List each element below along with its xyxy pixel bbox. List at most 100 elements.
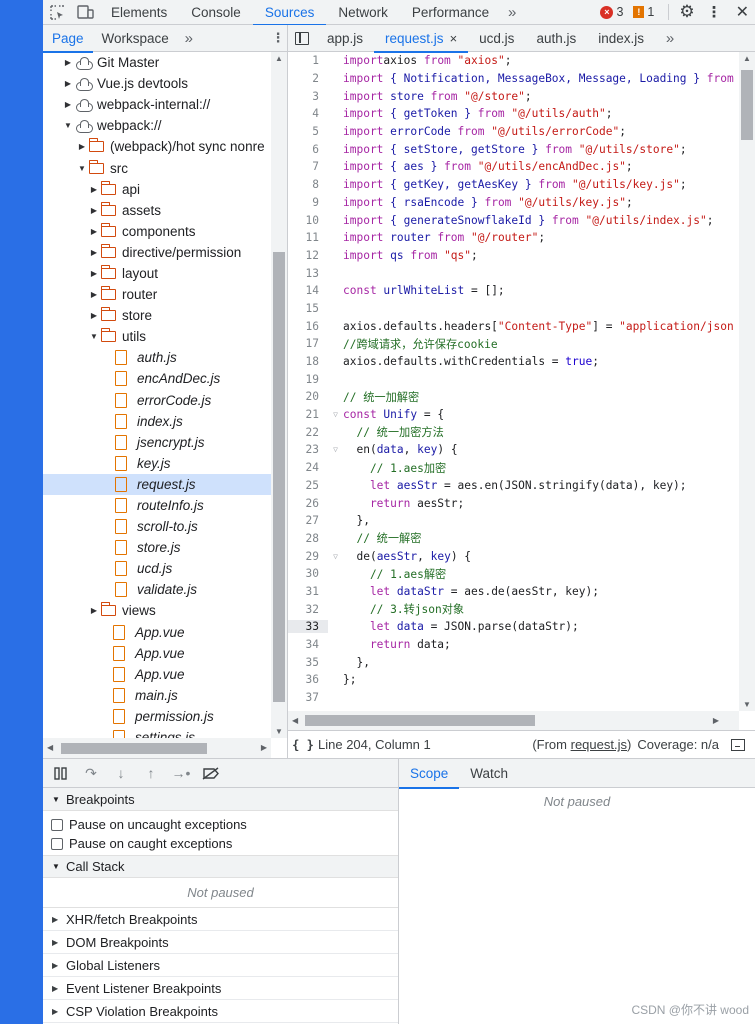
code-area[interactable]: 1 importaxios from "axios"; 2 import { Noti… [288, 52, 739, 711]
collapsed-arrow-icon[interactable]: ▶ [89, 269, 99, 278]
line-number[interactable]: 20 [288, 390, 328, 403]
section-global-listeners[interactable]: ▶ Global Listeners [43, 954, 398, 977]
more-file-tabs-chevron-icon[interactable]: » [659, 30, 681, 47]
file-tab-request-js[interactable]: request.js × [374, 25, 469, 53]
code-line[interactable]: 1 importaxios from "axios"; [288, 52, 739, 70]
navigator-tab-workspace[interactable]: Workspace [93, 25, 178, 52]
panel-tab-console[interactable]: Console [179, 0, 253, 25]
scroll-up-arrow-icon[interactable]: ▲ [275, 54, 283, 63]
line-number[interactable]: 28 [288, 532, 328, 545]
editor-scroll-down-icon[interactable]: ▼ [743, 700, 751, 709]
file-tree-horizontal-scrollbar[interactable]: ◀ ▶ [43, 738, 271, 758]
call-stack-section-header[interactable]: ▼ Call Stack [43, 855, 398, 878]
tree-file-item[interactable]: auth.js [43, 347, 271, 368]
line-number[interactable]: 36 [288, 673, 328, 686]
tree-file-item[interactable]: encAndDec.js [43, 368, 271, 389]
line-number[interactable]: 1 [288, 54, 328, 67]
tree-file-item[interactable]: settings.js [43, 727, 271, 738]
deactivate-breakpoints-icon[interactable] [199, 761, 223, 785]
tree-file-item[interactable]: errorCode.js [43, 390, 271, 411]
editor-vertical-scrollbar[interactable]: ▲ ▼ [739, 52, 755, 711]
line-number[interactable]: 35 [288, 656, 328, 669]
code-line[interactable]: 21 ▽ const Unify = { [288, 406, 739, 424]
close-devtools-icon[interactable]: ✕ [736, 2, 749, 22]
code-line[interactable]: 4 import { getToken } from "@/utils/auth"… [288, 105, 739, 123]
line-number[interactable]: 2 [288, 72, 328, 85]
collapsed-arrow-icon[interactable]: ▶ [89, 206, 99, 215]
line-number[interactable]: 9 [288, 196, 328, 209]
tree-folder-item[interactable]: ▶ directive/permission [43, 242, 271, 263]
line-number[interactable]: 29 [288, 550, 328, 563]
editor-horizontal-scrollbar[interactable]: ◀ ▶ [288, 711, 739, 730]
tree-folder-item[interactable]: ▶ Git Master [43, 52, 271, 73]
line-number[interactable]: 6 [288, 143, 328, 156]
code-line[interactable]: 20 // 统一加解密 [288, 388, 739, 406]
panel-tab-network[interactable]: Network [326, 0, 400, 25]
editor-scroll-left-icon[interactable]: ◀ [292, 716, 298, 725]
inspect-element-icon[interactable] [43, 0, 71, 25]
tab-scope[interactable]: Scope [399, 759, 460, 789]
code-line[interactable]: 8 import { getKey, getAesKey } from "@/ut… [288, 176, 739, 194]
collapsed-arrow-icon[interactable]: ▶ [77, 142, 87, 151]
code-line[interactable]: 6 import { setStore, getStore } from "@/u… [288, 140, 739, 158]
collapsed-arrow-icon[interactable]: ▶ [89, 185, 99, 194]
line-number[interactable]: 8 [288, 178, 328, 191]
tree-file-item[interactable]: App.vue [43, 643, 271, 664]
file-tree-vertical-scrollbar[interactable]: ▲ ▼ [271, 52, 287, 738]
navigator-menu-kebab-icon[interactable]: ⋮ [269, 30, 287, 46]
editor-scroll-right-icon[interactable]: ▶ [713, 716, 719, 725]
tree-folder-item[interactable]: ▶ assets [43, 200, 271, 221]
line-number[interactable]: 17 [288, 337, 328, 350]
code-line[interactable]: 10 import { generateSnowflakeId } from "@… [288, 211, 739, 229]
editor-hscroll-thumb[interactable] [305, 715, 535, 726]
line-number[interactable]: 10 [288, 214, 328, 227]
step-into-icon[interactable]: ↓ [109, 761, 133, 785]
code-line[interactable]: 23 ▽ en(data, key) { [288, 441, 739, 459]
editor-scroll-up-icon[interactable]: ▲ [743, 54, 751, 63]
section-dom-breakpoints[interactable]: ▶ DOM Breakpoints [43, 931, 398, 954]
tree-folder-item[interactable]: ▼ webpack:// [43, 115, 271, 136]
tree-file-item[interactable]: ucd.js [43, 558, 271, 579]
pause-resume-icon[interactable] [49, 761, 73, 785]
tree-file-item[interactable]: key.js [43, 453, 271, 474]
line-number[interactable]: 24 [288, 461, 328, 474]
code-line[interactable]: 30 // 1.aes解密 [288, 565, 739, 583]
line-number[interactable]: 23 [288, 443, 328, 456]
tree-file-item[interactable]: routeInfo.js [43, 495, 271, 516]
collapsed-arrow-icon[interactable]: ▶ [63, 79, 73, 88]
collapsed-arrow-icon[interactable]: ▶ [89, 290, 99, 299]
line-number[interactable]: 21 [288, 408, 328, 421]
code-line[interactable]: 32 // 3.转json对象 [288, 600, 739, 618]
code-line[interactable]: 24 // 1.aes加密 [288, 459, 739, 477]
fold-arrow-icon[interactable]: ▽ [328, 552, 343, 561]
code-line[interactable]: 31 let dataStr = aes.de(aesStr, key); [288, 583, 739, 601]
tree-folder-item[interactable]: ▶ router [43, 284, 271, 305]
line-number[interactable]: 14 [288, 284, 328, 297]
line-number[interactable]: 18 [288, 355, 328, 368]
code-line[interactable]: 35 }, [288, 653, 739, 671]
line-number[interactable]: 22 [288, 426, 328, 439]
code-line[interactable]: 29 ▽ de(aesStr, key) { [288, 547, 739, 565]
code-line[interactable]: 37 [288, 689, 739, 707]
code-line[interactable]: 22 // 统一加密方法 [288, 423, 739, 441]
expanded-arrow-icon[interactable]: ▼ [89, 332, 99, 341]
pause-uncaught-option[interactable]: Pause on uncaught exceptions [43, 815, 398, 834]
line-number[interactable]: 4 [288, 107, 328, 120]
tab-watch[interactable]: Watch [459, 759, 519, 788]
fold-arrow-icon[interactable]: ▽ [328, 410, 343, 419]
tree-folder-item[interactable]: ▶ layout [43, 263, 271, 284]
line-number[interactable]: 11 [288, 231, 328, 244]
code-line[interactable]: 3 import store from "@/store"; [288, 87, 739, 105]
line-number[interactable]: 16 [288, 320, 328, 333]
code-line[interactable]: 11 import router from "@/router"; [288, 229, 739, 247]
line-number[interactable]: 31 [288, 585, 328, 598]
tree-file-item[interactable]: request.js [43, 473, 271, 495]
line-number[interactable]: 3 [288, 90, 328, 103]
section-xhr-fetch-breakpoints[interactable]: ▶ XHR/fetch Breakpoints [43, 908, 398, 931]
code-line[interactable]: 28 // 统一解密 [288, 530, 739, 548]
collapsed-arrow-icon[interactable]: ▶ [89, 248, 99, 257]
more-panels-chevron-icon[interactable]: » [501, 4, 523, 21]
tree-folder-item[interactable]: ▼ utils [43, 326, 271, 347]
panel-tab-performance[interactable]: Performance [400, 0, 501, 25]
code-line[interactable]: 7 import { aes } from "@/utils/encAndDec.… [288, 158, 739, 176]
